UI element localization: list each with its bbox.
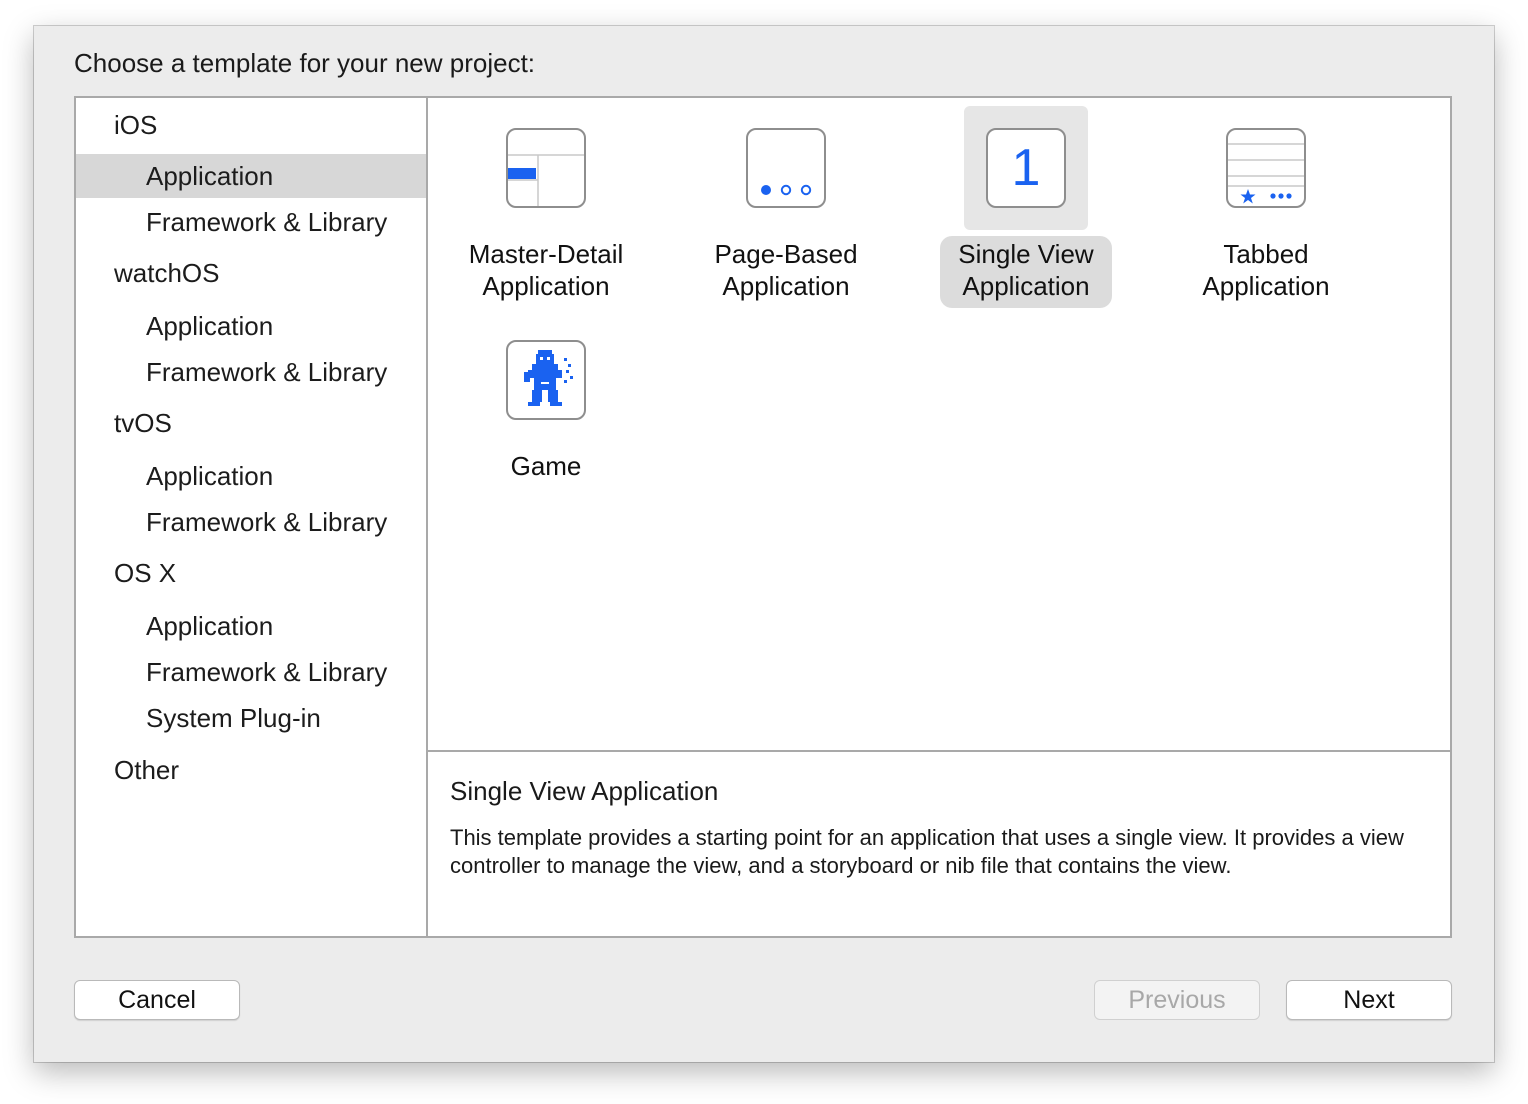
template-label-line1: Single View [958,239,1094,269]
sidebar-item-watchos-framework-library[interactable]: Framework & Library [76,350,426,394]
template-chooser-panel: iOS Application Framework & Library watc… [74,96,1452,938]
template-label-line2: Application [482,271,610,301]
new-project-dialog: Choose a template for your new project: … [34,26,1494,1062]
template-game[interactable]: Game [426,318,666,488]
template-description: Single View Application This template pr… [428,752,1450,936]
template-label-line2: Application [1202,271,1330,301]
page-based-icon [746,128,826,208]
template-label-line2: Application [962,271,1090,301]
template-label-line1: Tabbed [1223,239,1309,269]
template-single-view[interactable]: 1 Single View Application [906,106,1146,308]
sidebar-item-osx-system-plugin[interactable]: System Plug-in [76,696,426,740]
next-button[interactable]: Next [1286,980,1452,1020]
sidebar-group-ios: iOS [114,110,158,140]
master-detail-icon [506,128,586,208]
platform-sidebar: iOS Application Framework & Library watc… [76,98,428,936]
single-view-icon-number: 1 [1011,139,1041,197]
dialog-prompt: Choose a template for your new project: [74,48,536,78]
description-title: Single View Application [450,776,719,806]
sidebar-group-osx: OS X [114,558,177,588]
template-master-detail[interactable]: Master-Detail Application [426,106,666,308]
sidebar-group-tvos: tvOS [114,408,172,438]
sidebar-item-other[interactable]: Other [76,748,426,792]
previous-button[interactable]: Previous [1094,980,1260,1020]
cancel-button[interactable]: Cancel [74,980,240,1020]
game-icon [506,340,586,420]
single-view-icon: 1 [986,128,1066,208]
sidebar-item-watchos-application[interactable]: Application [76,304,426,348]
tabbed-icon [1226,128,1306,208]
template-tabbed[interactable]: Tabbed Application [1146,106,1386,308]
sidebar-item-osx-framework-library[interactable]: Framework & Library [76,650,426,694]
template-label-line1: Game [510,451,582,481]
template-page-based[interactable]: Page-Based Application [666,106,906,308]
template-label-line1: Page-Based [714,239,858,269]
template-label-line2: Application [722,271,850,301]
description-body: This template provides a starting point … [450,825,1404,878]
sidebar-group-watchos: watchOS [114,258,220,288]
sidebar-item-tvos-application[interactable]: Application [76,454,426,498]
sidebar-item-ios-framework-library[interactable]: Framework & Library [76,200,426,244]
sidebar-item-osx-application[interactable]: Application [76,604,426,648]
sidebar-item-ios-application[interactable]: Application [76,154,426,198]
sidebar-item-tvos-framework-library[interactable]: Framework & Library [76,500,426,544]
template-grid: Master-Detail Application Page-Based App… [428,98,1450,752]
template-label-line1: Master-Detail [468,239,624,269]
